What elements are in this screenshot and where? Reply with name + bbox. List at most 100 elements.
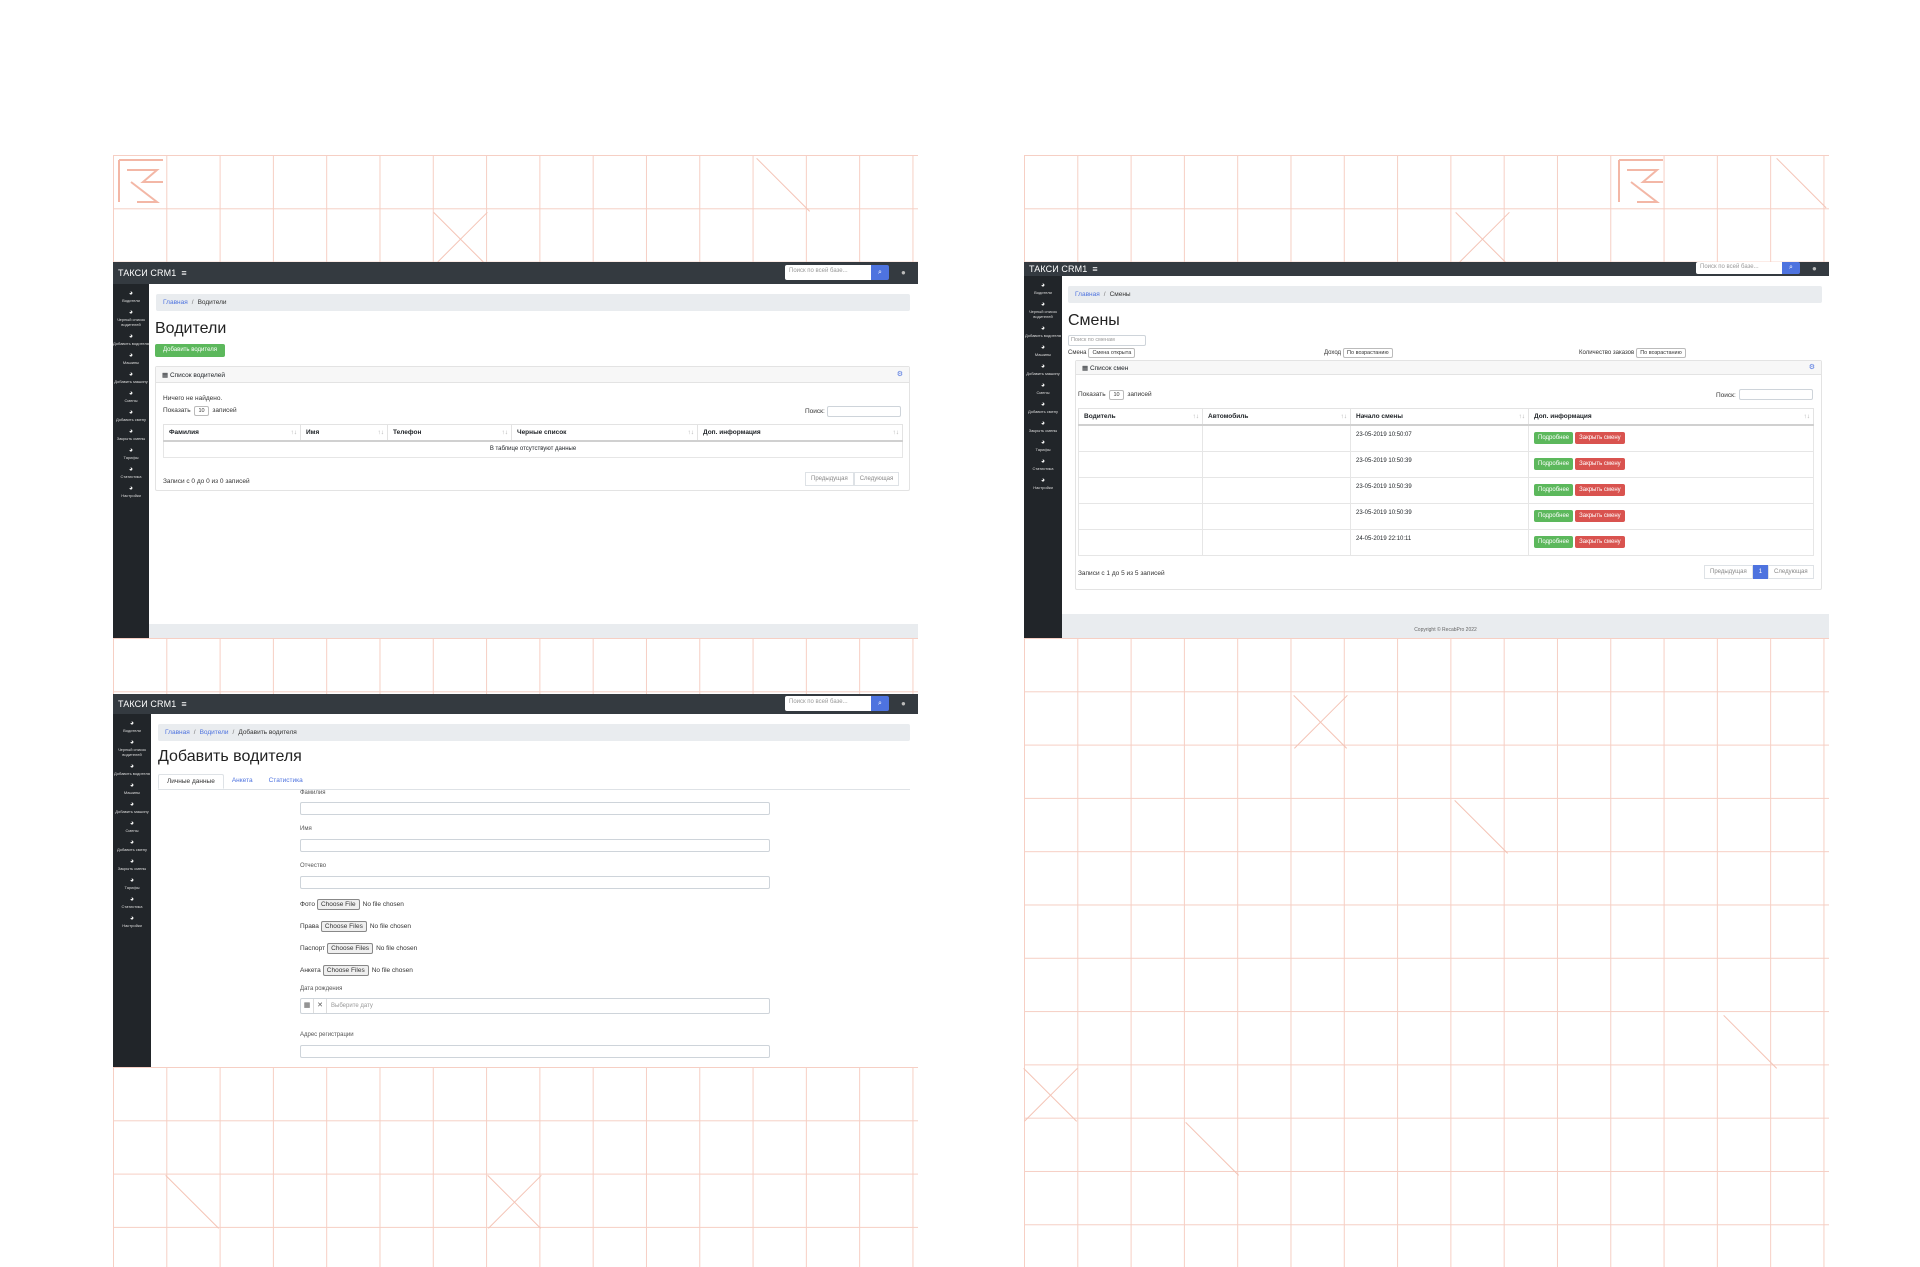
sidebar-item[interactable]: ◕ Настройки xyxy=(1024,477,1062,490)
menu-toggle-icon[interactable]: ≡ xyxy=(1092,264,1097,274)
details-button[interactable]: Подробнее xyxy=(1534,510,1574,522)
sidebar-item[interactable]: ◕ Статистика xyxy=(113,466,149,479)
details-button[interactable]: Подробнее xyxy=(1534,432,1574,445)
column-header[interactable]: Черные список ↑↓ xyxy=(511,424,698,442)
first-name-field[interactable] xyxy=(300,839,770,852)
close-shift-button[interactable]: Закрыть смену xyxy=(1575,510,1625,522)
close-shift-button[interactable]: Закрыть смену xyxy=(1575,536,1625,548)
sidebar-item[interactable]: ◕ Машины xyxy=(113,782,151,795)
menu-toggle-icon[interactable]: ≡ xyxy=(181,268,186,278)
sidebar-item[interactable]: ◕ Смены xyxy=(113,820,151,833)
column-header[interactable]: Автомобиль ↑↓ xyxy=(1202,408,1351,426)
brand-title[interactable]: ТАКСИ CRM1 xyxy=(118,268,176,278)
add-driver-button[interactable]: Добавить водителя xyxy=(155,344,225,357)
birth-date-field[interactable]: ▦ ✕ Выберите дату xyxy=(300,998,770,1014)
sidebar-item[interactable]: ◕ Закрыть смены xyxy=(1024,420,1062,433)
sidebar-item[interactable]: ◕ Водители xyxy=(113,720,151,733)
sidebar-item[interactable]: ◕ Смены xyxy=(113,390,149,403)
sidebar-item[interactable]: ◕ Черный список водителей xyxy=(113,739,151,757)
last-name-field[interactable] xyxy=(300,802,770,815)
details-button[interactable]: Подробнее xyxy=(1534,536,1574,548)
prev-page-button[interactable]: Предыдущая xyxy=(1704,565,1753,579)
column-header[interactable]: Имя ↑↓ xyxy=(300,424,388,442)
tab-personal-data[interactable]: Личные данные xyxy=(158,774,224,789)
close-shift-button[interactable]: Закрыть смену xyxy=(1575,484,1625,496)
breadcrumb-home[interactable]: Главная xyxy=(163,299,188,306)
table-search-input[interactable] xyxy=(1739,389,1813,400)
search-icon[interactable]: ⌕ xyxy=(1782,262,1800,274)
gear-icon[interactable]: ⚙ xyxy=(1809,363,1815,371)
menu-toggle-icon[interactable]: ≡ xyxy=(181,699,186,709)
user-icon[interactable]: ● xyxy=(901,268,906,277)
license-files-button[interactable]: Choose Files xyxy=(320,921,367,932)
sidebar-item[interactable]: ◕ Тарифы xyxy=(1024,439,1062,452)
prev-page-button[interactable]: Предыдущая xyxy=(805,472,854,486)
sidebar-item[interactable]: ◕ Статистика xyxy=(113,896,151,909)
sidebar-item[interactable]: ◕ Закрыть смены xyxy=(113,858,151,871)
tab-questionnaire[interactable]: Анкета xyxy=(224,774,261,789)
global-search-input[interactable]: Поиск по всей базе... xyxy=(785,265,871,280)
breadcrumb-home[interactable]: Главная xyxy=(1075,291,1100,298)
search-icon[interactable]: ⌕ xyxy=(871,696,889,711)
sidebar-item[interactable]: ◕ Добавить машину xyxy=(1024,363,1062,376)
details-button[interactable]: Подробнее xyxy=(1534,484,1574,496)
close-shift-button[interactable]: Закрыть смену xyxy=(1575,458,1625,470)
search-icon[interactable]: ⌕ xyxy=(871,265,889,280)
photo-file-button[interactable]: Choose File xyxy=(316,899,360,910)
column-header[interactable]: Доп. информация ↑↓ xyxy=(697,424,903,442)
brand-title[interactable]: ТАКСИ CRM1 xyxy=(118,699,176,709)
user-icon[interactable]: ● xyxy=(901,699,906,708)
form-files-button[interactable]: Choose Files xyxy=(322,965,369,976)
user-icon[interactable]: ● xyxy=(1812,264,1817,273)
global-search-input[interactable]: Поиск по всей базе... xyxy=(785,696,871,711)
sidebar-item[interactable]: ◕ Водители xyxy=(1024,282,1062,295)
column-header[interactable]: Начало смены ↑↓ xyxy=(1350,408,1529,426)
next-page-button[interactable]: Следующая xyxy=(853,472,900,486)
breadcrumb-home[interactable]: Главная xyxy=(165,729,190,736)
shift-status-select[interactable]: Смена открыта xyxy=(1088,348,1136,358)
sidebar-item[interactable]: ◕ Добавить смену xyxy=(113,839,151,852)
passport-files-button[interactable]: Choose Files xyxy=(327,943,374,954)
sidebar-item[interactable]: ◕ Водители xyxy=(113,290,149,303)
sidebar-item[interactable]: ◕ Машины xyxy=(1024,344,1062,357)
sidebar-item[interactable]: ◕ Добавить машину xyxy=(113,801,151,814)
sidebar-item[interactable]: ◕ Настройки xyxy=(113,485,149,498)
patronymic-field[interactable] xyxy=(300,876,770,889)
orders-sort-select[interactable]: По возрастанию xyxy=(1636,348,1686,358)
sidebar-item[interactable]: ◕ Настройки xyxy=(113,915,151,928)
global-search-input[interactable]: Поиск по всей базе... xyxy=(1696,262,1782,274)
sidebar-item[interactable]: ◕ Черный список водителей xyxy=(113,309,149,327)
address-field[interactable] xyxy=(300,1045,770,1058)
sidebar-item[interactable]: ◕ Закрыть смены xyxy=(113,428,149,441)
column-header[interactable]: Телефон ↑↓ xyxy=(387,424,512,442)
close-shift-button[interactable]: Закрыть смену xyxy=(1575,432,1625,445)
next-page-button[interactable]: Следующая xyxy=(1768,565,1814,579)
sidebar-item[interactable]: ◕ Добавить водителя xyxy=(113,763,151,776)
sidebar-item[interactable]: ◕ Добавить смену xyxy=(1024,401,1062,414)
column-header[interactable]: Водитель ↑↓ xyxy=(1078,408,1203,426)
shift-search-input[interactable]: Поиск по сменам xyxy=(1068,335,1146,346)
sidebar-item[interactable]: ◕ Тарифы xyxy=(113,447,149,460)
table-search-input[interactable] xyxy=(827,406,901,417)
sidebar-item[interactable]: ◕ Добавить машину xyxy=(113,371,149,384)
clear-icon[interactable]: ✕ xyxy=(314,999,327,1013)
sidebar-item[interactable]: ◕ Черный список водителей xyxy=(1024,301,1062,319)
column-header[interactable]: Фамилия ↑↓ xyxy=(163,424,301,442)
column-header[interactable]: Доп. информация ↑↓ xyxy=(1528,408,1814,426)
sidebar-item[interactable]: ◕ Добавить смену xyxy=(113,409,149,422)
page-length-select[interactable]: 10 xyxy=(194,406,209,416)
tab-statistics[interactable]: Статистика xyxy=(261,774,311,789)
gear-icon[interactable]: ⚙ xyxy=(897,370,903,378)
sidebar-item[interactable]: ◕ Добавить водителя xyxy=(1024,325,1062,338)
details-button[interactable]: Подробнее xyxy=(1534,458,1574,470)
sidebar-item[interactable]: ◕ Статистика xyxy=(1024,458,1062,471)
brand-title[interactable]: ТАКСИ CRM1 xyxy=(1029,264,1087,274)
page-length-select[interactable]: 10 xyxy=(1109,390,1124,400)
sidebar-item[interactable]: ◕ Добавить водителя xyxy=(113,333,149,346)
sidebar-item[interactable]: ◕ Тарифы xyxy=(113,877,151,890)
page-button[interactable]: 1 xyxy=(1752,565,1769,579)
sidebar-item[interactable]: ◕ Машины xyxy=(113,352,149,365)
breadcrumb-drivers[interactable]: Водители xyxy=(200,729,229,736)
calendar-icon[interactable]: ▦ xyxy=(301,999,314,1013)
sidebar-item[interactable]: ◕ Смены xyxy=(1024,382,1062,395)
